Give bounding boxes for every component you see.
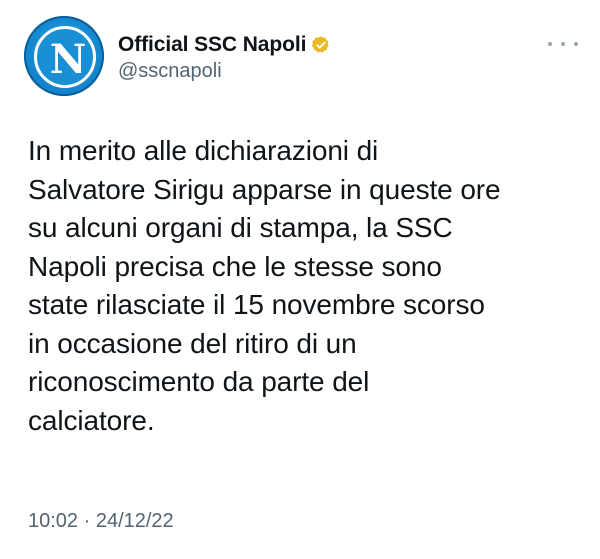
tweet-card: N Official SSC Napoli @sscnapoli In meri…: [0, 0, 600, 559]
napoli-logo-icon: N: [34, 26, 96, 88]
tweet-text-line: In merito alle dichiarazioni di: [28, 135, 379, 166]
tweet-text-line: state rilasciate il 15 novembre scorso: [28, 289, 485, 320]
tweet-text-line: calciatore.: [28, 404, 155, 436]
tweet-text-line: riconoscimento da parte del: [28, 366, 370, 397]
tweet-text-line: in occasione del ritiro di un: [28, 327, 357, 359]
tweet-timestamp[interactable]: 10:02 · 24/12/22: [28, 510, 174, 533]
tweet-text-line: su alcuni organi di stampa, la SSC: [28, 212, 453, 243]
user-handle[interactable]: @sscnapoli: [118, 60, 331, 83]
tweet-text-line: Napoli precisa che le stesse sono: [28, 250, 442, 282]
name-row: Official SSC Napoli: [118, 32, 331, 58]
more-dot: [561, 42, 565, 46]
avatar[interactable]: N: [24, 16, 104, 96]
tweet-text: In merito alle dichiarazioni di Salvator…: [28, 132, 588, 440]
more-options-icon[interactable]: [548, 34, 578, 54]
avatar-letter: N: [49, 36, 87, 83]
verified-badge-icon: [312, 36, 330, 53]
tweet-text-line: Salvatore Sirigu apparse in queste ore: [28, 173, 501, 205]
more-dot: [574, 42, 578, 46]
more-dot: [548, 42, 552, 46]
tweet-header: Official SSC Napoli @sscnapoli: [118, 32, 331, 83]
display-name[interactable]: Official SSC Napoli: [118, 33, 306, 57]
